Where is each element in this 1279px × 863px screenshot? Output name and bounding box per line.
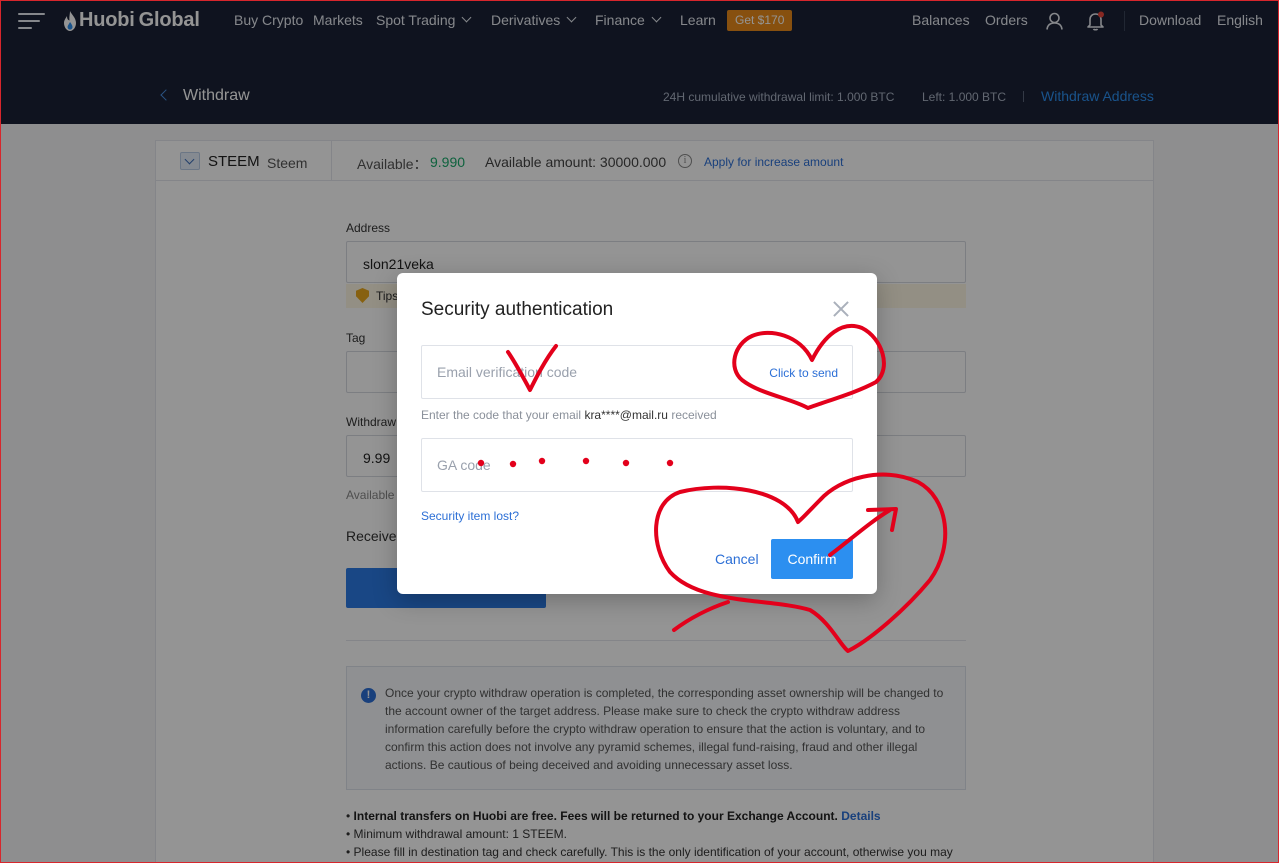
email-code-placeholder: Email verification code [437, 364, 578, 380]
ga-code-placeholder: GA code [437, 457, 491, 473]
confirm-button[interactable]: Confirm [771, 539, 853, 579]
cancel-button[interactable]: Cancel [715, 551, 759, 567]
ga-code-input[interactable]: GA code [421, 438, 853, 492]
close-icon[interactable] [831, 299, 851, 319]
email-code-input[interactable]: Email verification code Click to send [421, 345, 853, 399]
security-modal: Security authentication Email verificati… [397, 273, 877, 594]
modal-title: Security authentication [421, 299, 614, 320]
email-hint: Enter the code that your email kra****@m… [421, 408, 717, 422]
send-code-button[interactable]: Click to send [769, 366, 838, 380]
security-lost-link[interactable]: Security item lost? [421, 509, 519, 523]
